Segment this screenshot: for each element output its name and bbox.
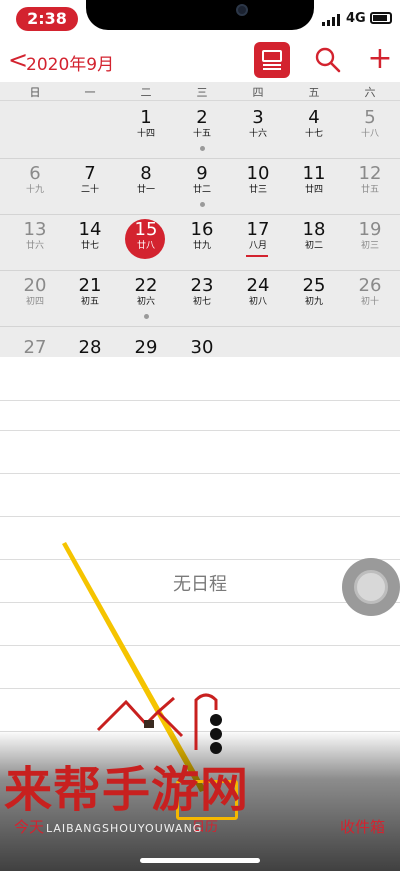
watermark-subtitle: LAIBANGSHOUYOUWANG — [46, 822, 203, 835]
home-indicator — [140, 858, 260, 863]
tab-inbox[interactable]: 收件箱 — [340, 816, 385, 837]
watermark-title: 来帮手游网 — [4, 762, 250, 818]
